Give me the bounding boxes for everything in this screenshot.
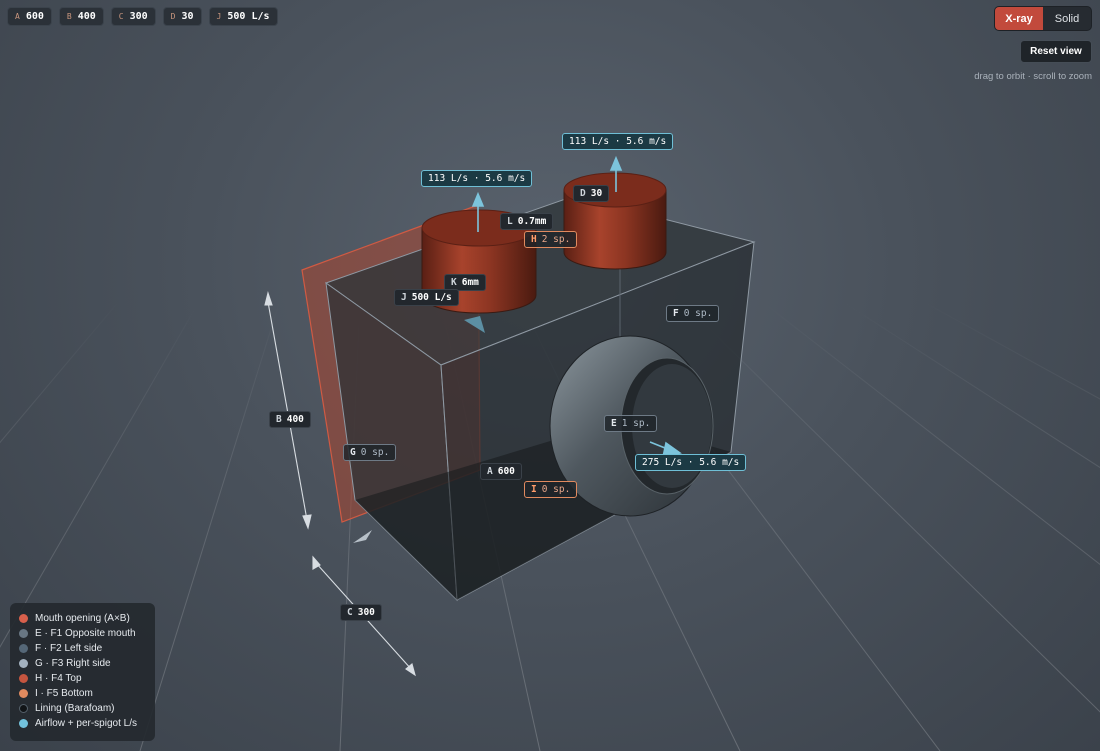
airflow-label-top-right: 113 L/s · 5.6 m/s: [562, 133, 674, 150]
legend-item: Airflow + per-spigot L/s: [19, 716, 146, 731]
height-dimension-label: B 400: [269, 411, 311, 428]
mouth-arrow: [353, 530, 372, 543]
orbit-hint: drag to orbit · scroll to zoom: [974, 71, 1092, 82]
airflow-label-side: 275 L/s · 5.6 m/s: [635, 454, 747, 471]
chip-j: J 500 L/s: [208, 7, 278, 26]
legend-item: H · F4 Top: [19, 671, 146, 686]
view-mode-toggle: X-ray Solid: [994, 6, 1092, 31]
lining-thickness-label: L 0.7mm: [500, 213, 554, 230]
width-dimension-label: A 600: [480, 463, 522, 480]
legend-swatch: [19, 629, 28, 638]
chip-d: D 30: [162, 7, 202, 26]
chip-b: B 400: [58, 7, 104, 26]
opposite-face-spigots-label: E1 sp.: [604, 415, 658, 432]
legend-item: I · F5 Bottom: [19, 686, 146, 701]
legend-swatch: [19, 704, 28, 713]
legend-item: Mouth opening (A×B): [19, 611, 146, 626]
legend-item: Lining (Barafoam): [19, 701, 146, 716]
legend-item: F · F2 Left side: [19, 641, 146, 656]
legend-swatch: [19, 659, 28, 668]
legend-swatch: [19, 674, 28, 683]
right-side-spigots-label: G0 sp.: [343, 444, 397, 461]
solid-mode-button[interactable]: Solid: [1043, 7, 1091, 30]
legend: Mouth opening (A×B) E · F1 Opposite mout…: [10, 603, 155, 741]
chip-c: C 300: [110, 7, 156, 26]
chip-a: A 600: [7, 7, 52, 26]
legend-swatch: [19, 644, 28, 653]
legend-item: G · F3 Right side: [19, 656, 146, 671]
legend-item: E · F1 Opposite mouth: [19, 626, 146, 641]
top-face-spigots-label: H2 sp.: [524, 231, 578, 248]
total-airflow-label: J 500 L/s: [394, 289, 459, 306]
spigot-depth-label: D 30: [573, 185, 610, 202]
legend-swatch: [19, 689, 28, 698]
depth-dimension-label: C 300: [340, 604, 382, 621]
3d-viewport[interactable]: [0, 0, 1100, 751]
bottom-face-spigots-label: I0 sp.: [524, 481, 578, 498]
left-side-spigots-label: F0 sp.: [666, 305, 720, 322]
legend-swatch: [19, 614, 28, 623]
reset-view-button[interactable]: Reset view: [1020, 40, 1092, 63]
legend-swatch: [19, 719, 28, 728]
xray-mode-button[interactable]: X-ray: [995, 7, 1043, 30]
airflow-label-top-left: 113 L/s · 5.6 m/s: [421, 170, 533, 187]
dimension-chips: A 600 B 400 C 300 D 30 J 500 L/s: [7, 7, 278, 26]
